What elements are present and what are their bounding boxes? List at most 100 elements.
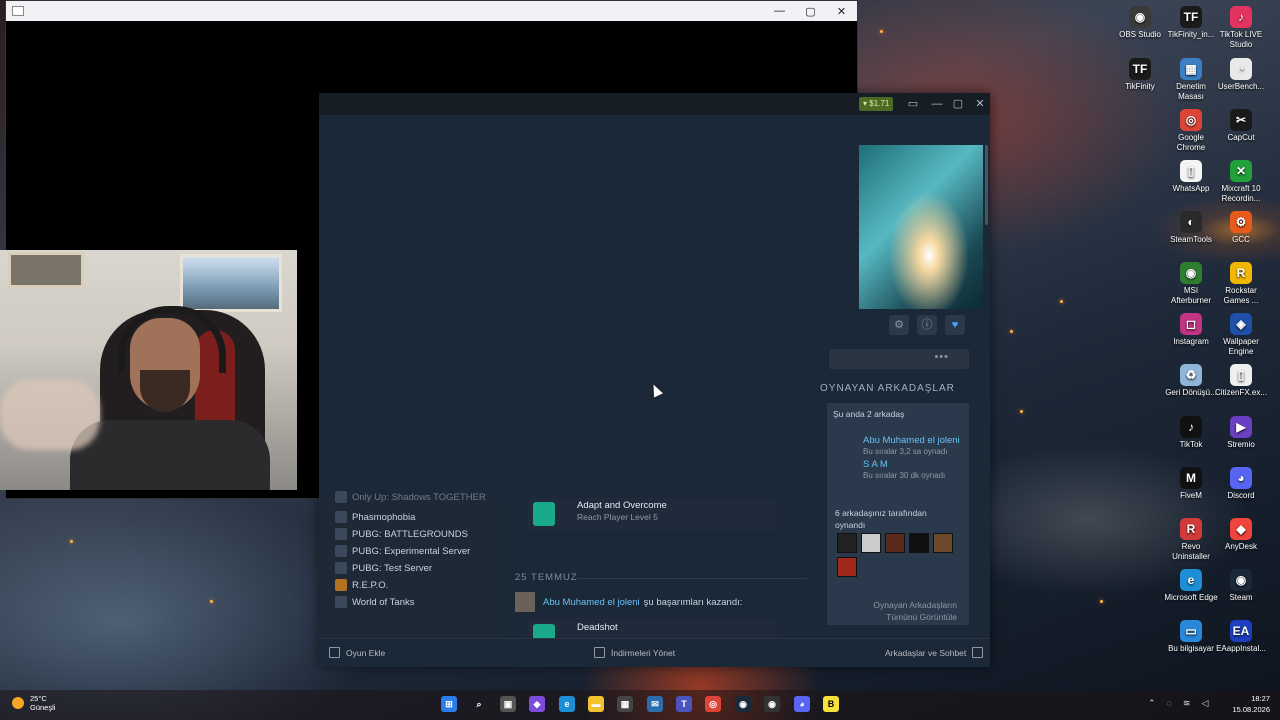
show-all-friends-link[interactable]: Oynayan Arkadaşların Tümünü Görüntüle bbox=[873, 599, 957, 623]
desktop-icon[interactable]: ▭ Bu bilgisayar bbox=[1163, 616, 1219, 654]
teams-icon[interactable]: T bbox=[676, 696, 692, 712]
desktop-icon[interactable]: ▯ WhatsApp bbox=[1163, 156, 1219, 194]
avatar[interactable] bbox=[837, 557, 857, 577]
desktop-icon[interactable]: TF TikFinity bbox=[1112, 54, 1168, 92]
desktop-icon[interactable]: ◉ Steam bbox=[1213, 565, 1269, 603]
add-game-button[interactable]: Oyun Ekle bbox=[329, 647, 385, 658]
monitor-icon[interactable]: ▭ bbox=[903, 95, 923, 113]
desktop-icon[interactable]: ▯ CitizenFX.ex... bbox=[1213, 360, 1269, 398]
close-button[interactable]: ✕ bbox=[826, 1, 857, 21]
friend-entry[interactable]: Abu Muhamed el joleni Bu sıralar 3,2 sa … bbox=[863, 435, 960, 456]
avatar[interactable] bbox=[933, 533, 953, 553]
list-item[interactable]: World of Tanks bbox=[335, 596, 414, 608]
mail-icon[interactable]: ✉ bbox=[647, 696, 663, 712]
webcam-overlay bbox=[0, 250, 297, 490]
scrollbar[interactable] bbox=[985, 145, 988, 225]
desktop-icon[interactable]: ▶ Stremio bbox=[1213, 412, 1269, 450]
list-item[interactable]: PUBG: Test Server bbox=[335, 562, 432, 574]
desktop-icon[interactable]: R Revo Uninstaller bbox=[1163, 514, 1219, 562]
friend-name[interactable]: S A M bbox=[863, 459, 945, 470]
desktop-icon[interactable]: ♪ TikTok LIVE Studio bbox=[1213, 2, 1269, 50]
activity-input[interactable]: ••• bbox=[829, 349, 969, 369]
steam-icon: ◉ bbox=[1230, 569, 1252, 591]
search-icon[interactable]: ⌕ bbox=[471, 696, 487, 712]
wall-picture bbox=[180, 254, 282, 312]
desktop-icon[interactable]: ◆ AnyDesk bbox=[1213, 514, 1269, 552]
desktop-icon[interactable]: ▦ Denetim Masası bbox=[1163, 54, 1219, 102]
avatar[interactable] bbox=[861, 533, 881, 553]
achievement-card[interactable]: Adapt and Overcome Reach Player Level 5 bbox=[527, 498, 777, 530]
desktop-icon[interactable]: ♪ TikTok bbox=[1163, 412, 1219, 450]
tikfinity-icon: TF bbox=[1180, 6, 1202, 28]
weather-widget[interactable]: 25°C Güneşli bbox=[12, 694, 55, 712]
list-item[interactable]: PUBG: Experimental Server bbox=[335, 545, 470, 557]
desktop-icon[interactable]: ◉ MSI Afterburner bbox=[1163, 258, 1219, 306]
task-view-icon[interactable]: ▣ bbox=[500, 696, 516, 712]
desktop-icon[interactable]: M FiveM bbox=[1163, 463, 1219, 501]
minimize-button[interactable]: — bbox=[927, 95, 947, 113]
desktop-icon[interactable]: ✕ Mixcraft 10 Recordin... bbox=[1213, 156, 1269, 204]
desktop-icon[interactable]: ◈ Wallpaper Engine bbox=[1213, 309, 1269, 357]
chrome-icon[interactable]: ◎ bbox=[705, 696, 721, 712]
wifi-icon[interactable]: ≋ bbox=[1183, 698, 1191, 709]
store-icon[interactable]: ▦ bbox=[617, 696, 633, 712]
achievement-icon bbox=[533, 502, 555, 526]
desktop-icon[interactable]: ♻ Geri Dönüşü... bbox=[1163, 360, 1219, 398]
minimize-button[interactable]: — bbox=[764, 1, 795, 21]
clock[interactable]: 18:27 15.08.2026 bbox=[1232, 693, 1270, 715]
friends-chat-button[interactable]: Arkadaşlar ve Sohbet bbox=[885, 647, 984, 658]
list-item[interactable]: Phasmophobia bbox=[335, 511, 415, 523]
info-icon[interactable]: ⓘ bbox=[917, 315, 937, 335]
avatar[interactable] bbox=[885, 533, 905, 553]
weather-text: Güneşli bbox=[30, 703, 56, 712]
friend-entry[interactable]: S A M Bu sıralar 30 dk oynadı bbox=[863, 459, 945, 480]
desktop-icon[interactable]: ◻ Instagram bbox=[1163, 309, 1219, 347]
person bbox=[0, 380, 100, 450]
copilot-icon[interactable]: ◆ bbox=[529, 696, 545, 712]
feed-user[interactable]: Abu Muhamed el joleni bbox=[543, 597, 640, 608]
window-titlebar[interactable]: — ▢ ✕ bbox=[6, 1, 857, 21]
steam-window[interactable]: ▾ $1.71 ▭ — ▢ ✕ ⚙ ⓘ ♥ ••• OYNAYAN ARKADA… bbox=[319, 93, 990, 667]
desktop-icon[interactable]: ◉ OBS Studio bbox=[1112, 2, 1168, 40]
list-item[interactable]: Only Up: Shadows TOGETHER bbox=[335, 491, 486, 503]
friends-now-count: Şu anda 2 arkadaş bbox=[833, 409, 905, 419]
desktop-icon[interactable]: EA EAappInstal... bbox=[1213, 616, 1269, 654]
desktop-icon[interactable]: ◐ SteamTools bbox=[1163, 207, 1219, 245]
chevron-up-icon[interactable]: ⌃ bbox=[1148, 698, 1156, 709]
desktop-icon[interactable]: R Rockstar Games ... bbox=[1213, 258, 1269, 306]
list-item[interactable]: R.E.P.O. bbox=[335, 579, 388, 591]
volume-icon[interactable]: ◁ bbox=[1201, 698, 1208, 709]
maximize-button[interactable]: ▢ bbox=[795, 1, 826, 21]
desktop-icon[interactable]: TF TikFinity_in... bbox=[1163, 2, 1219, 40]
desktop-icon[interactable]: ⚙ GCC bbox=[1213, 207, 1269, 245]
heart-icon[interactable]: ♥ bbox=[945, 315, 965, 335]
desktop-icon[interactable]: ◔ UserBench... bbox=[1213, 54, 1269, 92]
wallet-balance[interactable]: ▾ $1.71 bbox=[859, 97, 894, 111]
app-icon[interactable]: B bbox=[823, 696, 839, 712]
more-options-icon[interactable]: ••• bbox=[934, 351, 949, 363]
desktop-icon[interactable]: ◕ Discord bbox=[1213, 463, 1269, 501]
achievement-card[interactable]: Deadshot bbox=[527, 618, 777, 638]
manage-downloads-button[interactable]: İndirmeleri Yönet bbox=[594, 647, 675, 658]
avatar[interactable] bbox=[515, 592, 535, 612]
gear-icon[interactable]: ⚙ bbox=[889, 315, 909, 335]
capcut-icon: ✂ bbox=[1230, 109, 1252, 131]
steam-titlebar[interactable]: ▾ $1.71 ▭ — ▢ ✕ bbox=[319, 93, 990, 115]
maximize-button[interactable]: ▢ bbox=[948, 95, 968, 113]
desktop-icon[interactable]: ✂ CapCut bbox=[1213, 105, 1269, 143]
obs-icon[interactable]: ◉ bbox=[764, 696, 780, 712]
avatar[interactable] bbox=[909, 533, 929, 553]
list-item[interactable]: PUBG: BATTLEGROUNDS bbox=[335, 528, 468, 540]
desktop-icon[interactable]: ◎ Google Chrome bbox=[1163, 105, 1219, 153]
file-explorer-icon[interactable]: ▬ bbox=[588, 696, 604, 712]
start-icon[interactable]: ⊞ bbox=[441, 696, 457, 712]
edge-icon[interactable]: e bbox=[559, 696, 575, 712]
discord-icon[interactable]: ◕ bbox=[794, 696, 810, 712]
desktop-icon[interactable]: e Microsoft Edge bbox=[1163, 565, 1219, 603]
friend-name[interactable]: Abu Muhamed el joleni bbox=[863, 435, 960, 446]
steam-icon[interactable]: ◉ bbox=[735, 696, 751, 712]
network-icon[interactable]: ◌ bbox=[1167, 698, 1172, 709]
close-button[interactable]: ✕ bbox=[970, 95, 990, 113]
stremio-icon: ▶ bbox=[1230, 416, 1252, 438]
avatar[interactable] bbox=[837, 533, 857, 553]
